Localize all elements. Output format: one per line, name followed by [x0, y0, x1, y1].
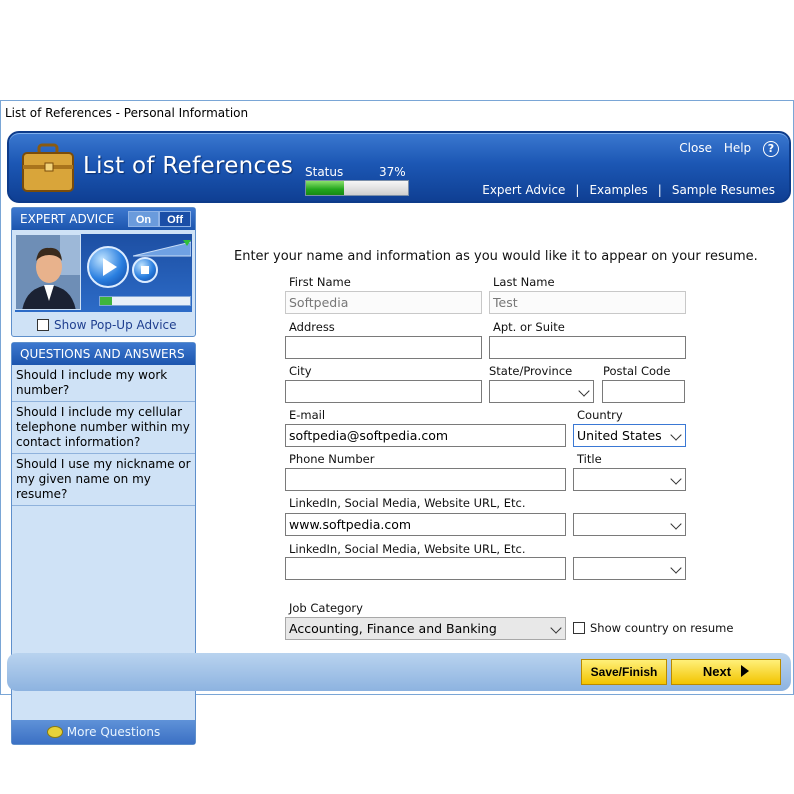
popup-advice-label: Show Pop-Up Advice — [54, 318, 177, 332]
save-finish-button[interactable]: Save/Finish — [581, 659, 667, 685]
status-progress-bar — [305, 180, 409, 196]
more-questions-label: More Questions — [66, 725, 161, 739]
speech-bubble-icon — [46, 726, 63, 738]
link2-label: LinkedIn, Social Media, Website URL, Etc… — [289, 542, 526, 556]
postal-code-field[interactable] — [602, 380, 685, 403]
chevron-down-icon — [550, 622, 562, 634]
show-country-option[interactable]: Show country on resume — [573, 621, 733, 635]
phone-type-select[interactable] — [573, 468, 686, 491]
nav-examples[interactable]: Examples — [589, 183, 647, 197]
question-item[interactable]: Should I include my work number? — [12, 365, 195, 402]
arrow-right-icon — [741, 665, 750, 677]
footer-bar: Save/Finish Next — [7, 653, 791, 691]
phone-field[interactable] — [285, 468, 566, 491]
nav-separator: | — [575, 183, 580, 197]
status-label: Status — [305, 165, 344, 179]
question-item[interactable]: Should I use my nickname or my given nam… — [12, 454, 195, 506]
address-label: Address — [289, 320, 335, 334]
next-label: Next — [702, 664, 732, 679]
city-field[interactable] — [285, 380, 482, 403]
link1-field[interactable]: www.softpedia.com — [285, 513, 566, 536]
show-country-checkbox[interactable] — [573, 622, 585, 634]
first-name-label: First Name — [289, 275, 351, 289]
question-item[interactable]: Should I include my cellular telephone n… — [12, 402, 195, 454]
title-label: Title — [577, 452, 602, 466]
status-percent: 37% — [379, 165, 406, 179]
show-country-label: Show country on resume — [590, 621, 734, 635]
play-icon — [103, 258, 117, 276]
last-name-field[interactable]: Test — [489, 291, 686, 314]
advice-on-button[interactable]: On — [127, 211, 160, 227]
stop-button[interactable] — [132, 257, 158, 283]
link1-label: LinkedIn, Social Media, Website URL, Etc… — [289, 496, 526, 510]
media-progress-fill — [100, 297, 112, 305]
instruction-text: Enter your name and information as you w… — [234, 249, 758, 264]
chevron-down-icon — [578, 385, 590, 397]
link1-type-select[interactable] — [573, 513, 686, 536]
advisor-avatar-icon — [16, 235, 80, 309]
advice-off-button[interactable]: Off — [159, 211, 191, 227]
link2-field[interactable] — [285, 557, 566, 580]
play-button[interactable] — [87, 246, 129, 288]
help-link[interactable]: Help — [724, 141, 751, 155]
country-label: Country — [577, 408, 623, 422]
top-links: Close Help ? — [671, 141, 779, 157]
chevron-down-icon — [670, 473, 682, 485]
nav-links: Expert Advice | Examples | Sample Resumes — [482, 183, 775, 197]
email-field[interactable]: softpedia@softpedia.com — [285, 424, 566, 447]
address-field[interactable] — [285, 336, 482, 359]
nav-separator: | — [657, 183, 662, 197]
city-label: City — [289, 364, 312, 378]
first-name-field[interactable]: Softpedia — [285, 291, 482, 314]
job-category-label: Job Category — [289, 601, 363, 615]
apt-label: Apt. or Suite — [493, 320, 565, 334]
advice-toggle: On Off — [127, 211, 191, 227]
nav-sample-resumes[interactable]: Sample Resumes — [672, 183, 775, 197]
chevron-down-icon — [670, 562, 682, 574]
phone-label: Phone Number — [289, 452, 375, 466]
expert-advice-panel: EXPERT ADVICE On Off Show Pop-Up Advice — [11, 207, 196, 337]
postal-label: Postal Code — [603, 364, 671, 378]
app-title: List of References — [83, 153, 294, 179]
advice-media-player — [15, 234, 192, 312]
state-select[interactable] — [489, 380, 594, 403]
help-icon[interactable]: ? — [763, 141, 779, 157]
questions-heading: QUESTIONS AND ANSWERS — [12, 343, 195, 365]
app-window: List of References - Personal Informatio… — [0, 100, 794, 745]
header-banner: List of References Status 37% Close Help… — [7, 131, 791, 203]
more-questions-button[interactable]: More Questions — [12, 720, 195, 744]
stop-icon — [141, 266, 149, 274]
last-name-label: Last Name — [493, 275, 555, 289]
state-label: State/Province — [489, 364, 573, 378]
apt-field[interactable] — [489, 336, 686, 359]
window-title: List of References - Personal Informatio… — [5, 106, 249, 120]
advisor-photo — [15, 234, 81, 310]
next-button[interactable]: Next — [671, 659, 781, 685]
job-category-value: Accounting, Finance and Banking — [289, 621, 497, 636]
job-category-select[interactable]: Accounting, Finance and Banking — [285, 617, 566, 640]
chevron-down-icon — [670, 429, 682, 441]
close-link[interactable]: Close — [679, 141, 712, 155]
volume-icon[interactable] — [133, 238, 191, 258]
email-label: E-mail — [289, 408, 326, 422]
chevron-down-icon — [670, 518, 682, 530]
media-progress-bar[interactable] — [99, 296, 191, 306]
popup-advice-checkbox[interactable] — [37, 319, 49, 331]
status-progress-fill — [306, 181, 344, 195]
briefcase-icon — [22, 143, 74, 192]
popup-advice-option[interactable]: Show Pop-Up Advice — [37, 318, 177, 332]
link2-type-select[interactable] — [573, 557, 686, 580]
country-select[interactable]: United States — [573, 424, 686, 447]
nav-expert-advice[interactable]: Expert Advice — [482, 183, 565, 197]
country-value: United States — [577, 428, 662, 443]
